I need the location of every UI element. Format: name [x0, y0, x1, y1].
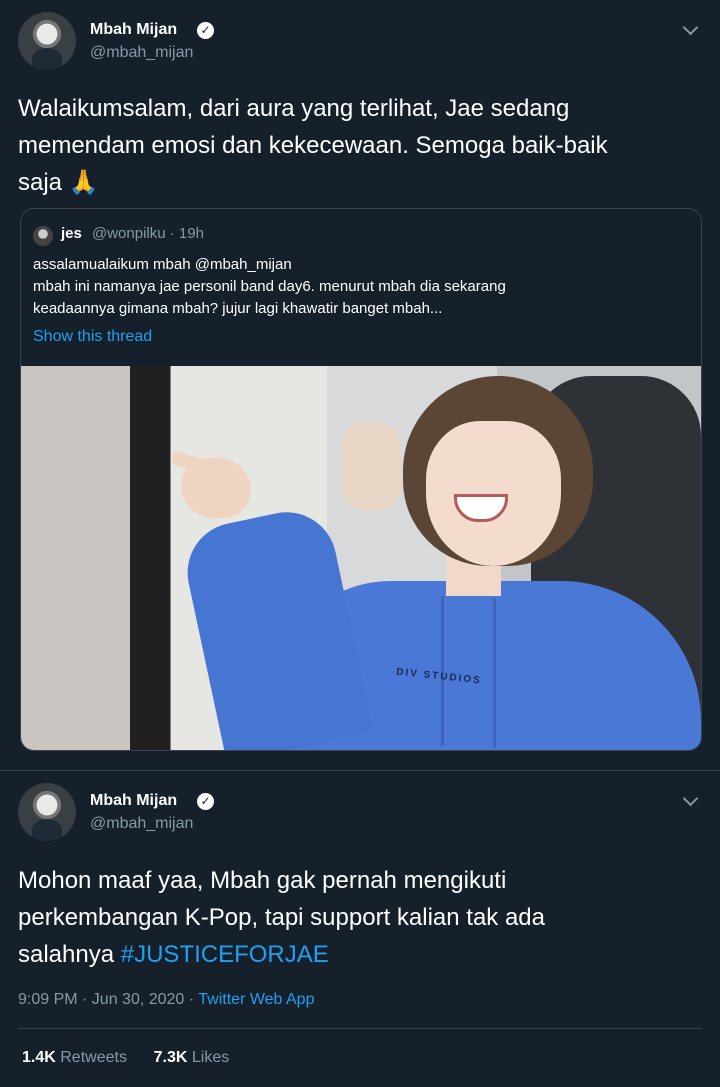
retweets-label: Retweets: [60, 1049, 127, 1066]
likes-stat[interactable]: 7.3K Likes: [154, 1049, 230, 1066]
author-name[interactable]: Mbah Mijan: [90, 792, 177, 810]
tweet-text-line: saja: [18, 169, 63, 196]
hoodie-arm: [178, 502, 374, 750]
hashtag-link[interactable]: #JUSTICEFORJAE: [121, 941, 329, 968]
tweet-text-line: memendam emosi dan kekecewaan. Semoga ba…: [18, 132, 608, 159]
show-thread-link[interactable]: Show this thread: [33, 328, 152, 346]
quoted-text-line: keadaannya gimana mbah? jujur lagi khawa…: [33, 300, 443, 317]
quoted-text: assalamualaikum mbah @mbah_mijan mbah in…: [33, 254, 688, 320]
tweet-text-line: saja 🙏: [18, 164, 708, 201]
tweet-text: Mohon maaf yaa, Mbah gak pernah mengikut…: [18, 862, 708, 973]
quoted-handle: @wonpilku · 19h: [92, 225, 204, 242]
quoted-name: jes: [61, 225, 82, 242]
author-name[interactable]: Mbah Mijan: [90, 21, 177, 39]
author-handle[interactable]: @mbah_mijan: [90, 815, 193, 833]
chevron-down-icon[interactable]: [682, 19, 699, 36]
tweet-source[interactable]: Twitter Web App: [198, 991, 314, 1008]
tweet-timestamp[interactable]: 9:09 PM · Jun 30, 2020 ·: [18, 991, 194, 1008]
chevron-down-icon[interactable]: [682, 790, 699, 807]
quoted-text-line: assalamualaikum mbah @mbah_mijan: [33, 256, 292, 273]
tweet-text-line: salahnya: [18, 941, 115, 968]
author-avatar[interactable]: [18, 12, 76, 70]
tweet-text-line: perkembangan K-Pop, tapi support kalian …: [18, 904, 546, 931]
quoted-avatar: [33, 226, 53, 246]
verified-badge-icon: ✓: [197, 793, 214, 810]
tweet-2[interactable]: Mbah Mijan ✓ @mbah_mijan Mohon maaf yaa,…: [0, 771, 720, 1087]
meta-divider: [18, 1028, 702, 1029]
tweet-stats: 1.4K Retweets 7.3K Likes: [22, 1049, 229, 1067]
tweet-text: Walaikumsalam, dari aura yang terlihat, …: [18, 90, 708, 201]
author-handle[interactable]: @mbah_mijan: [90, 44, 193, 62]
tweet-text-line: Walaikumsalam, dari aura yang terlihat, …: [18, 95, 570, 122]
author-avatar[interactable]: [18, 783, 76, 841]
quoted-handle-text: @wonpilku: [92, 225, 166, 242]
tweet-text-line: salahnya #JUSTICEFORJAE: [18, 936, 708, 973]
tweet-meta: 9:09 PM · Jun 30, 2020 · Twitter Web App: [18, 991, 314, 1009]
background-hand: [341, 421, 401, 511]
folded-hands-icon: 🙏: [68, 169, 99, 196]
likes-label: Likes: [191, 1049, 230, 1066]
hoodie-string: [493, 598, 496, 748]
quoted-text-line: mbah ini namanya jae personil band day6.…: [33, 278, 506, 295]
verified-badge-icon: ✓: [197, 22, 214, 39]
quoted-tweet[interactable]: jes @wonpilku · 19h assalamualaikum mbah…: [20, 208, 702, 751]
retweets-count: 1.4K: [22, 1049, 56, 1066]
retweets-stat[interactable]: 1.4K Retweets: [22, 1049, 127, 1066]
tweet-text-line: Mohon maaf yaa, Mbah gak pernah mengikut…: [18, 867, 507, 894]
tweet-1[interactable]: Mbah Mijan ✓ @mbah_mijan Walaikumsalam, …: [0, 0, 720, 770]
likes-count: 7.3K: [153, 1049, 188, 1066]
quoted-photo[interactable]: DIV STUDIOS: [21, 366, 701, 750]
quoted-time: · 19h: [169, 225, 204, 242]
